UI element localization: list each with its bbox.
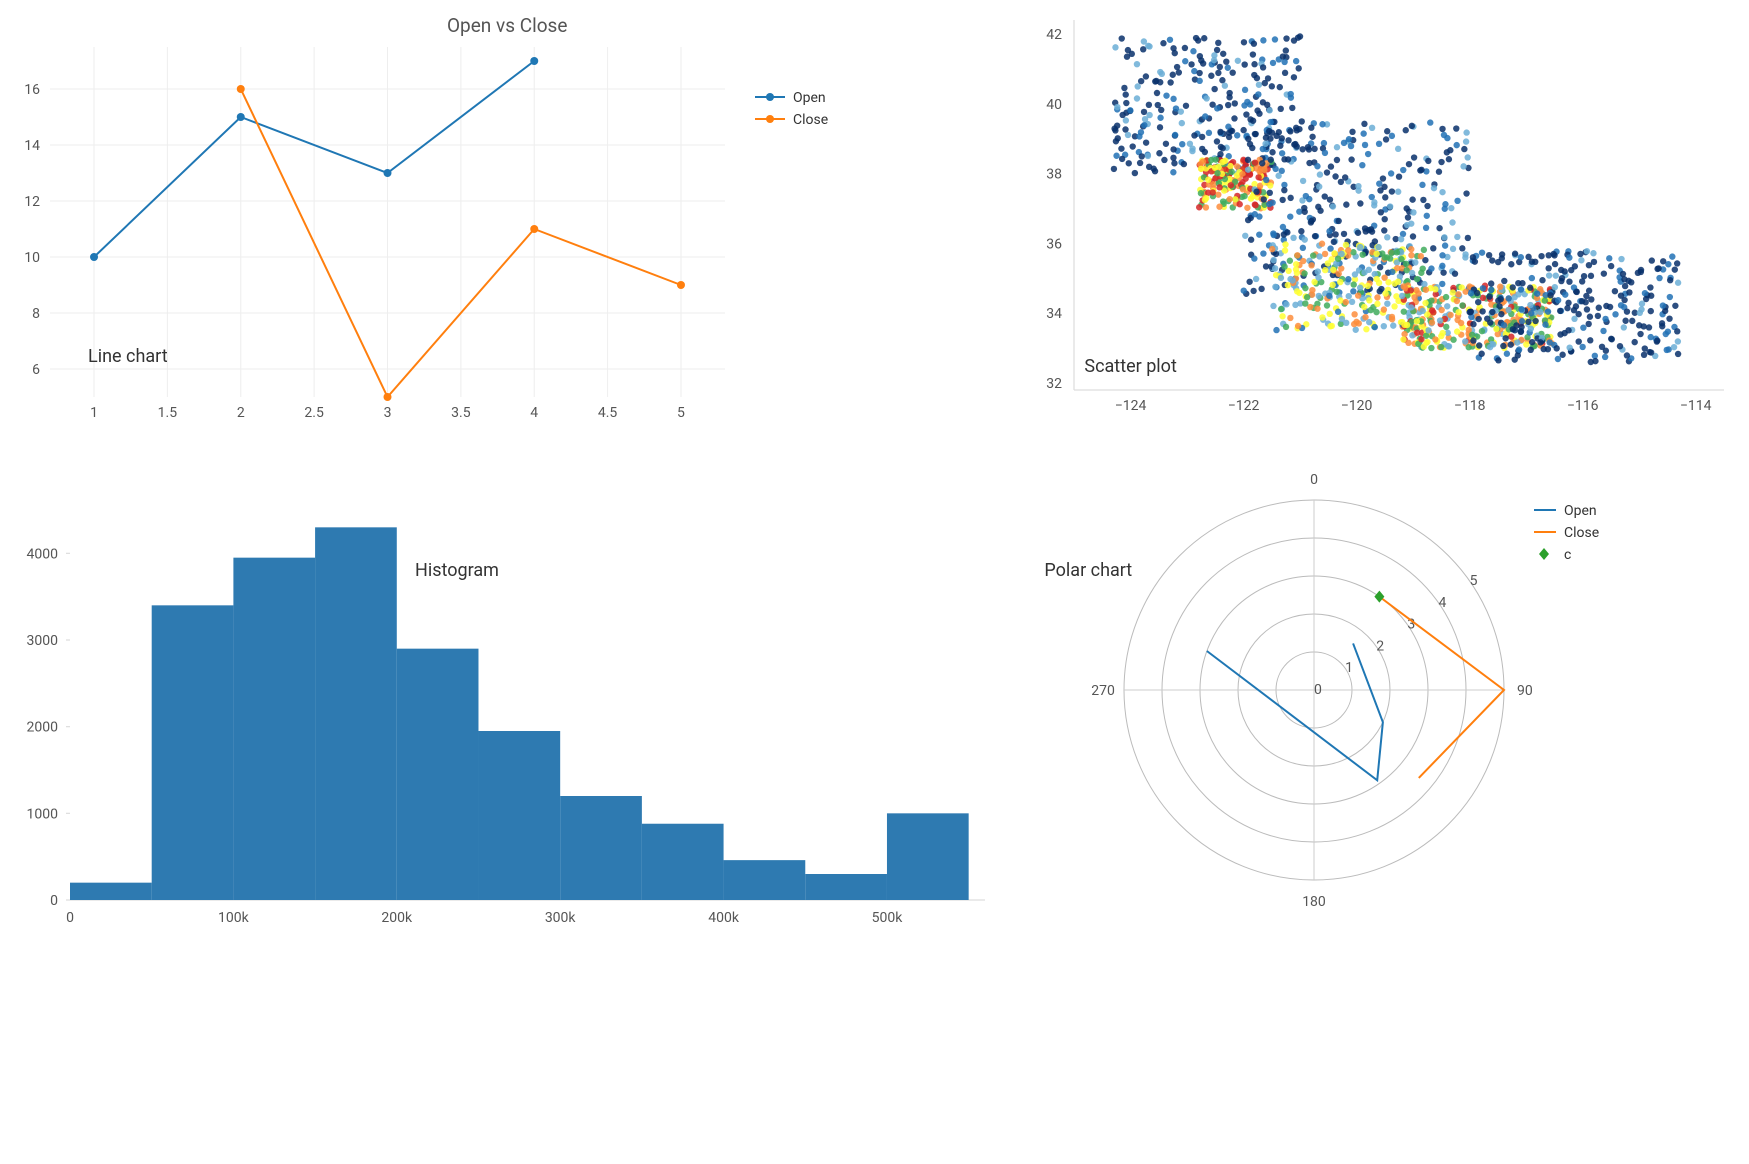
svg-text:−122: −122 (1228, 398, 1260, 414)
line-chart: 6 8 10 12 14 16 1 1.5 2 2.5 3 3.5 4 4.5 5 Open Close (0, 37, 1015, 437)
svg-text:500k: 500k (872, 910, 904, 926)
svg-text:3.5: 3.5 (451, 405, 471, 421)
svg-text:0: 0 (1314, 682, 1322, 698)
svg-text:200k: 200k (381, 910, 413, 926)
svg-text:3: 3 (384, 405, 392, 421)
svg-text:400k: 400k (708, 910, 740, 926)
svg-text:14: 14 (24, 138, 40, 154)
svg-text:4: 4 (530, 405, 538, 421)
svg-text:2: 2 (237, 405, 245, 421)
svg-text:34: 34 (1047, 306, 1063, 322)
line-chart-title: Open vs Close (0, 14, 1014, 37)
svg-text:1: 1 (90, 405, 98, 421)
scatter-annotation: Scatter plot (1084, 356, 1176, 377)
svg-text:4.5: 4.5 (598, 405, 618, 421)
svg-text:Open: Open (793, 90, 826, 106)
svg-text:−124: −124 (1115, 398, 1147, 414)
svg-text:1: 1 (1346, 660, 1354, 676)
svg-text:2.5: 2.5 (304, 405, 324, 421)
svg-text:−114: −114 (1680, 398, 1712, 414)
svg-text:1.5: 1.5 (158, 405, 178, 421)
svg-text:2000: 2000 (27, 720, 59, 736)
svg-text:−116: −116 (1567, 398, 1599, 414)
polar-annotation: Polar chart (1044, 560, 1132, 581)
line-chart-panel: Open vs Close 6 8 10 12 14 16 1 1.5 2 2.5 3 3.5 4 4.5… (0, 0, 1014, 430)
scatter-panel: −124 −122 −120 −118 −116 −114 32 34 36 38 40 42 Sca… (1014, 0, 1749, 430)
svg-text:4: 4 (1439, 595, 1447, 611)
histogram-chart: 0 1000 2000 3000 4000 0 100k 200k 300k 400k 500k (0, 430, 1015, 950)
svg-text:Close: Close (1564, 525, 1599, 541)
svg-text:5: 5 (677, 405, 685, 421)
svg-text:5: 5 (1470, 573, 1478, 589)
histogram-panel: 0 1000 2000 3000 4000 0 100k 200k 300k 400k 500k H… (0, 430, 1014, 950)
svg-text:6: 6 (32, 362, 40, 378)
svg-text:2: 2 (1377, 638, 1385, 654)
svg-text:36: 36 (1047, 236, 1063, 252)
polar-chart: 090180270012345OpenClosec (1014, 430, 1744, 950)
svg-text:3000: 3000 (27, 633, 59, 649)
svg-text:−118: −118 (1454, 398, 1486, 414)
svg-text:90: 90 (1517, 683, 1533, 699)
svg-text:180: 180 (1303, 894, 1327, 910)
svg-text:8: 8 (32, 306, 40, 322)
svg-text:100k: 100k (218, 910, 250, 926)
histogram-annotation: Histogram (415, 560, 499, 581)
svg-text:42: 42 (1047, 27, 1063, 43)
svg-text:4000: 4000 (27, 546, 59, 562)
svg-text:0: 0 (66, 910, 74, 926)
svg-text:38: 38 (1047, 167, 1063, 183)
svg-text:40: 40 (1047, 97, 1063, 113)
svg-text:0: 0 (1310, 472, 1318, 488)
svg-text:−120: −120 (1341, 398, 1373, 414)
svg-text:c: c (1564, 547, 1571, 563)
svg-text:0: 0 (50, 893, 58, 909)
svg-text:12: 12 (24, 194, 40, 210)
svg-text:10: 10 (24, 250, 40, 266)
svg-text:300k: 300k (545, 910, 577, 926)
polar-panel: 090180270012345OpenClosec Polar chart (1014, 430, 1749, 950)
svg-text:Close: Close (793, 112, 828, 128)
svg-text:32: 32 (1047, 376, 1063, 392)
svg-text:16: 16 (24, 82, 40, 98)
svg-text:1000: 1000 (27, 806, 59, 822)
svg-text:270: 270 (1092, 683, 1116, 699)
line-chart-annotation: Line chart (88, 346, 168, 367)
svg-text:Open: Open (1564, 503, 1597, 519)
